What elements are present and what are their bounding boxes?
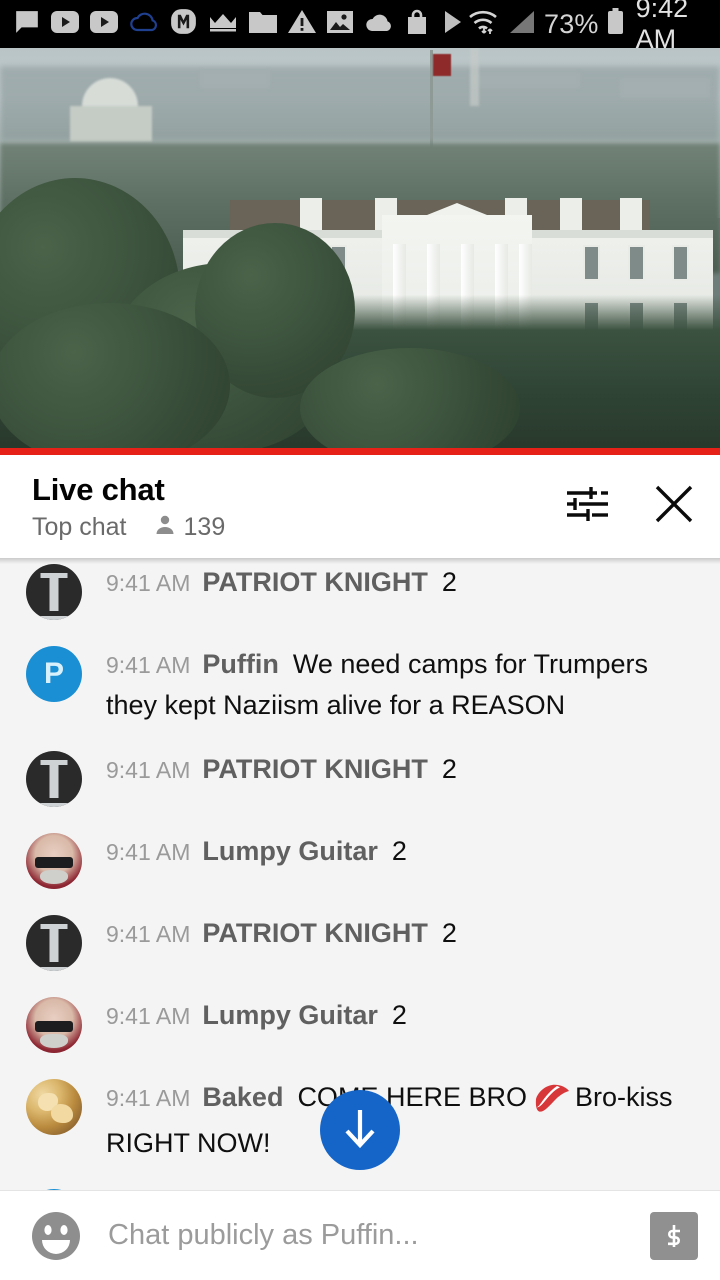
chat-message[interactable]: P 9:42 AMPuffinBLAZING by Foxzen on YouT… [0,1175,720,1190]
status-bar-system-icons: 73% 9:42 AM [466,0,710,55]
play-store-icon [440,9,466,40]
chat-mode-label[interactable]: Top chat [32,513,127,542]
chat-message[interactable]: 9:41 AM PATRIOT KNIGHT 2 [0,558,720,632]
message-text: 2 [391,836,407,866]
youtube-icon [51,10,79,38]
cloud-outline-icon [129,11,159,38]
chat-header-text: Live chat Top chat 139 [32,471,564,542]
person-icon [153,513,177,542]
chat-message-body: 9:41 AM PATRIOT KNIGHT 2 [106,562,698,603]
chat-message[interactable]: P 9:41 AM Puffin We need camps for Trumper… [0,632,720,737]
avatar-baked[interactable] [26,1079,82,1135]
super-chat-dollar-icon[interactable] [650,1211,698,1260]
flag [433,54,451,76]
close-icon[interactable] [652,482,696,526]
chat-message[interactable]: 9:41 AM PATRIOT KNIGHT 2 [0,901,720,983]
window [628,245,645,281]
cell-signal-icon [508,9,536,40]
clock-label: 9:42 AM [635,0,689,54]
message-timestamp: 9:41 AM [106,652,191,678]
message-author[interactable]: Baked [202,1082,283,1112]
avatar-lumpy-guitar[interactable] [26,833,82,889]
message-author[interactable]: Lumpy Guitar [202,1000,378,1030]
folder-icon [249,10,277,38]
monument [470,48,479,106]
window [583,245,600,281]
chat-message-body: 9:41 AM Lumpy Guitar 2 [106,995,698,1036]
youtube-icon [90,10,118,38]
chimney [560,198,582,230]
distant-building [200,70,270,88]
chat-message[interactable]: 9:41 AM PATRIOT KNIGHT 2 [0,737,720,819]
window [672,245,689,281]
chat-message[interactable]: 9:41 AM Lumpy Guitar 2 [0,819,720,901]
distant-building [470,72,580,88]
chat-bubble-icon [14,9,40,40]
battery-icon [607,8,624,40]
chat-header-subtitle: Top chat 139 [32,513,564,542]
chat-input[interactable] [108,1219,632,1252]
video-progress-bar[interactable] [0,448,720,455]
page-title: Live chat [32,472,165,507]
status-bar: 73% 9:42 AM [0,0,720,54]
emoji-face-icon[interactable] [30,1210,82,1262]
viewer-count-group: 139 [153,513,226,542]
status-bar-notification-icons [14,8,466,40]
avatar-lumpy-guitar[interactable] [26,997,82,1053]
message-timestamp: 9:41 AM [106,921,191,947]
youtube-live-chat-screen: 73% 9:42 AM Live chat Top chat 139 9:41 … [0,0,720,1280]
live-chat-header: Live chat Top chat 139 [0,455,720,558]
avatar-patriot-knight[interactable] [26,751,82,807]
message-timestamp: 9:41 AM [106,839,191,865]
viewer-count-label: 139 [183,513,226,541]
tune-icon[interactable] [564,484,610,524]
warning-triangle-icon [288,9,316,39]
chat-input-bar [0,1190,720,1280]
cloud-filled-icon [364,12,394,37]
chimney [300,198,322,230]
arrow-down-icon [338,1105,382,1156]
avatar-patriot-knight[interactable] [26,564,82,620]
chat-message-body: 9:41 AM Puffin We need camps for Trumpers … [106,644,698,725]
chat-message-body: 9:41 AM PATRIOT KNIGHT 2 [106,749,698,790]
photo-icon [327,10,353,39]
crown-icon [208,11,238,38]
message-author[interactable]: PATRIOT KNIGHT [202,918,427,948]
chat-message-body: 9:41 AM Lumpy Guitar 2 [106,831,698,872]
jefferson-memorial-base [70,106,152,142]
chat-message-body: 9:41 AM PATRIOT KNIGHT 2 [106,913,698,954]
wifi-icon [466,8,500,41]
message-author[interactable]: Lumpy Guitar [202,836,378,866]
chat-message[interactable]: 9:41 AM Lumpy Guitar 2 [0,983,720,1065]
chat-message-body: 9:41 AM Baked COME HERE BRO Bro-kiss RIGHT … [106,1077,698,1163]
distant-building [620,78,710,98]
message-timestamp: 9:41 AM [106,1085,191,1111]
message-text: 2 [441,567,457,597]
avatar-puffin[interactable]: P [26,646,82,702]
message-author[interactable]: PATRIOT KNIGHT [202,754,427,784]
chat-header-actions [564,482,696,532]
chimney [620,198,642,230]
message-author[interactable]: PATRIOT KNIGHT [202,567,427,597]
message-author[interactable]: Puffin [202,649,278,679]
message-timestamp: 9:41 AM [106,757,191,783]
avatar-patriot-knight[interactable] [26,915,82,971]
message-text: 2 [441,918,457,948]
message-text: 2 [441,754,457,784]
scroll-to-bottom-button[interactable] [320,1090,400,1170]
message-text: 2 [391,1000,407,1030]
video-player[interactable] [0,48,720,455]
message-timestamp: 9:41 AM [106,570,191,596]
message-timestamp: 9:41 AM [106,1003,191,1029]
battery-percent-label: 73% [544,8,599,39]
lips-emoji [533,1082,569,1123]
monogram-m-icon [170,8,197,40]
shopping-bag-icon [405,9,429,40]
